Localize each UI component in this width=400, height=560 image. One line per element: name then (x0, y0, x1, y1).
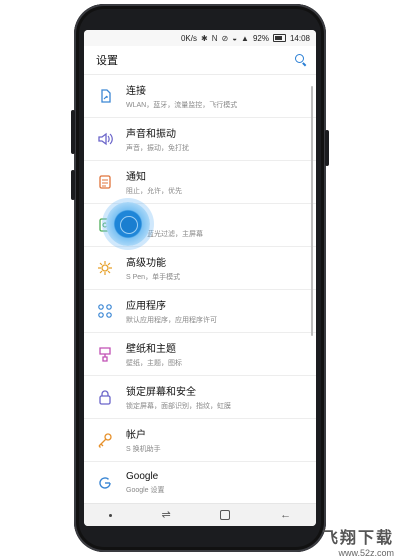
touch-indicator (106, 202, 150, 246)
settings-item-advanced[interactable]: 高级功能 S Pen，单手模式 (84, 247, 316, 290)
bluetooth-icon: ✱ (201, 33, 208, 43)
mute-icon: ⊘ (221, 33, 229, 43)
item-subtitle: 声音，振动，免打扰 (126, 145, 189, 152)
item-subtitle: Google 设置 (126, 487, 165, 494)
touch-point (120, 216, 138, 234)
item-subtitle: 壁纸，主题，图标 (126, 360, 182, 367)
nfc-icon: N (211, 33, 218, 43)
item-subtitle: S 换机助手 (126, 446, 161, 453)
battery-icon (272, 34, 286, 42)
wallpaper-icon (84, 345, 126, 363)
navigation-bar: ⇌ ← (84, 503, 316, 526)
search-icon[interactable] (294, 53, 308, 67)
item-subtitle: WLAN，蓝牙，流量监控，飞行模式 (126, 102, 238, 109)
keyboard-dot-icon[interactable] (108, 513, 112, 517)
item-title: 壁纸和主题 (126, 344, 176, 355)
power-button (325, 130, 329, 166)
item-title: 声音和振动 (126, 129, 176, 140)
settings-list: 连接 WLAN，蓝牙，流量监控，飞行模式 声音和振动 声音，振动，免打扰 通知 … (84, 75, 316, 505)
item-title: 应用程序 (126, 301, 166, 312)
item-subtitle: S Pen，单手模式 (126, 274, 181, 281)
signal-icon: ▲ (241, 33, 249, 43)
recent-apps-icon[interactable]: ⇌ (162, 509, 171, 521)
settings-item-connections[interactable]: 连接 WLAN，蓝牙，流量监控，飞行模式 (84, 75, 316, 118)
item-title: 连接 (126, 86, 146, 97)
header: 设置 (84, 46, 316, 75)
item-title: 高级功能 (126, 258, 166, 269)
bixby-button (71, 170, 75, 200)
lock-icon (84, 388, 126, 406)
battery-percent: 92% (252, 33, 269, 43)
item-title: 锁定屏幕和安全 (126, 387, 196, 398)
status-bar: 0K/s ✱ N ⊘ ◒ ▲ 92% 14:08 (84, 30, 316, 46)
settings-item-accounts[interactable]: 帐户 S 换机助手 (84, 419, 316, 462)
volume-button (71, 110, 75, 154)
back-icon[interactable]: ← (280, 509, 291, 521)
apps-icon (84, 302, 126, 320)
item-subtitle: 默认应用程序，应用程序许可 (126, 317, 217, 324)
google-icon (84, 474, 126, 492)
settings-item-lock-screen[interactable]: 锁定屏幕和安全 锁定屏幕，面部识别，指纹，虹膜 (84, 376, 316, 419)
sound-icon (84, 130, 126, 148)
item-title: Google (126, 471, 159, 482)
settings-item-notifications[interactable]: 通知 阻止，允许，优先 (84, 161, 316, 204)
network-speed: 0K/s (180, 33, 197, 43)
home-button-icon[interactable] (220, 510, 231, 520)
account-key-icon (84, 431, 126, 449)
connection-icon (84, 87, 126, 105)
notification-icon (84, 173, 126, 191)
item-subtitle: 阻止，允许，优先 (126, 188, 182, 195)
scrollbar[interactable] (311, 86, 313, 336)
item-subtitle: 锁定屏幕，面部识别，指纹，虹膜 (126, 403, 231, 410)
item-title: 通知 (126, 172, 146, 183)
item-title: 帐户 (126, 430, 146, 441)
wifi-icon: ◒ (232, 33, 238, 43)
settings-item-wallpaper[interactable]: 壁纸和主题 壁纸，主题，图标 (84, 333, 316, 376)
settings-item-sound[interactable]: 声音和振动 声音，振动，免打扰 (84, 118, 316, 161)
screen: 0K/s ✱ N ⊘ ◒ ▲ 92% 14:08 设置 连接 WLAN，蓝牙，流… (84, 30, 316, 526)
clock: 14:08 (289, 33, 310, 43)
watermark-logo: 飞翔下载 (321, 530, 394, 547)
settings-item-apps[interactable]: 应用程序 默认应用程序，应用程序许可 (84, 290, 316, 333)
watermark-url: www.52z.com (338, 548, 394, 558)
settings-item-google[interactable]: Google Google 设置 (84, 462, 316, 505)
page-title: 设置 (96, 55, 118, 67)
advanced-features-icon (84, 259, 126, 277)
watermark: 飞翔下载 www.52z.com (322, 524, 394, 558)
